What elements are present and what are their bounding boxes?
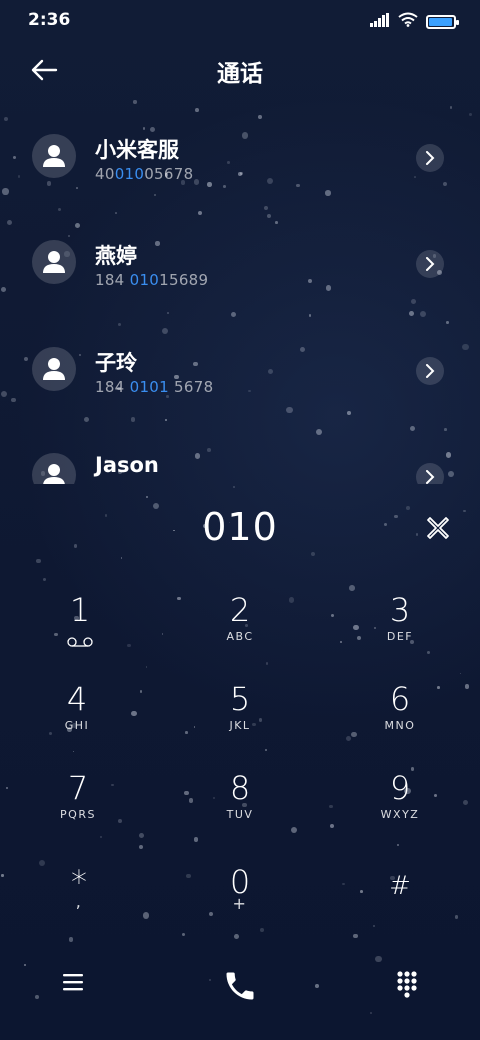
bottom-action-bar [0, 960, 480, 1020]
list-item[interactable]: 燕婷 184 01015689 [0, 216, 480, 316]
key-3[interactable]: 3 DEF [345, 592, 455, 670]
contact-number: 184 0101 5678 [95, 378, 214, 396]
key-8[interactable]: 8 TUV [185, 770, 295, 848]
battery-level [429, 17, 452, 26]
snow-speck [139, 833, 144, 839]
person-icon [43, 145, 65, 167]
menu-icon[interactable] [62, 972, 84, 992]
list-item[interactable]: Jason [0, 429, 480, 484]
key-4[interactable]: 4 GHI [22, 681, 132, 759]
snow-speck [145, 666, 148, 668]
key-hash[interactable]: # [345, 868, 455, 946]
key-star[interactable]: *, [24, 864, 134, 942]
avatar [32, 240, 76, 284]
key-0[interactable]: 0 + [185, 864, 295, 942]
chevron-right-icon[interactable] [416, 357, 444, 385]
snow-speck [349, 585, 355, 591]
key-6[interactable]: 6 MNO [345, 681, 455, 759]
snow-speck [5, 786, 9, 789]
status-time: 2:36 [28, 10, 71, 30]
contact-suggestion-list: 小米客服 4001005678 燕婷 184 01015689 子玲 184 0… [0, 110, 480, 484]
contact-number: 4001005678 [95, 165, 194, 183]
voicemail-icon [67, 632, 93, 651]
snow-speck [133, 100, 137, 104]
chevron-right-icon[interactable] [416, 144, 444, 172]
snow-speck [1, 874, 4, 877]
key-5[interactable]: 5 JKL [185, 681, 295, 759]
chevron-right-icon[interactable] [416, 463, 444, 484]
backspace-icon[interactable] [424, 514, 452, 542]
person-icon [43, 464, 65, 484]
list-item[interactable]: 子玲 184 0101 5678 [0, 323, 480, 423]
avatar [32, 347, 76, 391]
status-bar: 2:36 [0, 0, 480, 40]
wifi-icon [398, 12, 418, 31]
key-7[interactable]: 7 PQRS [23, 770, 133, 848]
phone-call-icon[interactable] [222, 968, 258, 1004]
snow-speck [142, 912, 149, 919]
key-1[interactable]: 1 [25, 592, 135, 670]
battery-icon [426, 14, 459, 29]
key-2[interactable]: 2 ABC [185, 592, 295, 670]
list-item[interactable]: 小米客服 4001005678 [0, 110, 480, 210]
key-9[interactable]: 9 WXYZ [345, 770, 455, 848]
contact-name: 燕婷 [95, 244, 137, 268]
page-title: 通话 [217, 61, 263, 87]
contact-name: Jason [95, 453, 159, 477]
snow-speck [145, 495, 149, 498]
person-icon [43, 358, 65, 380]
chevron-right-icon[interactable] [416, 250, 444, 278]
contact-name: 小米客服 [95, 138, 179, 162]
snow-speck [454, 915, 459, 919]
contact-name: 子玲 [95, 351, 137, 375]
avatar [32, 453, 76, 484]
dialpad-icon[interactable] [396, 970, 418, 998]
avatar [32, 134, 76, 178]
contact-number: 184 01015689 [95, 271, 209, 289]
dialed-number-display: 010 [202, 505, 278, 549]
signal-icon [370, 12, 390, 31]
snow-speck [139, 690, 142, 693]
header: 通话 [0, 50, 480, 90]
person-icon [43, 251, 65, 273]
